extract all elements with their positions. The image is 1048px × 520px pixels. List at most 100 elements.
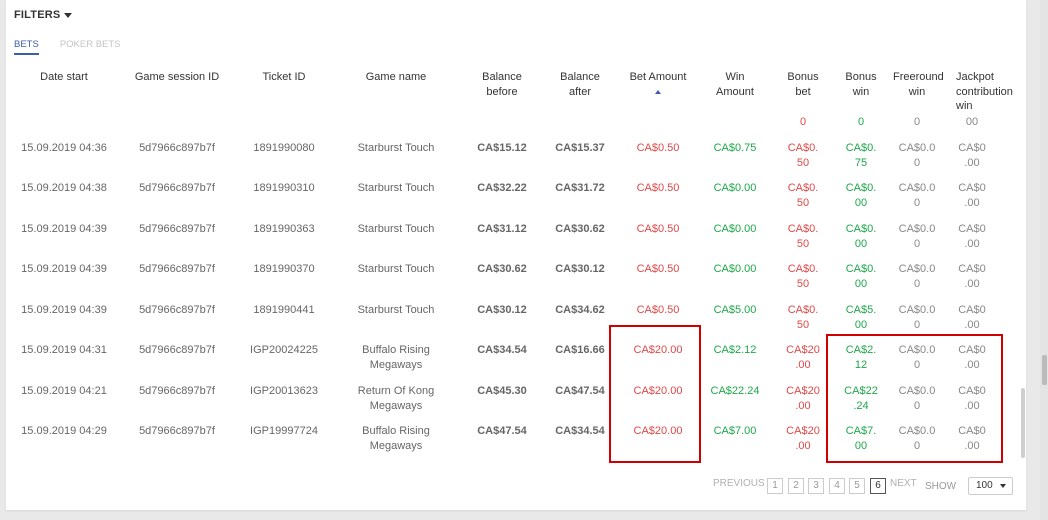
page-size-select[interactable]: 100 — [968, 477, 1013, 495]
cell-line: Megaways — [369, 440, 423, 452]
cell-game: Starburst Touch — [357, 142, 435, 154]
column-header-game[interactable]: Game name — [346, 70, 446, 85]
column-header-bonus-bet[interactable]: Bonus bet — [779, 70, 827, 99]
cell-win: CA$0.75 — [713, 142, 757, 154]
cell-line: 0 — [913, 319, 921, 331]
tab-bets[interactable]: BETS — [14, 39, 39, 55]
header-text: Balance — [560, 71, 600, 83]
column-header-bal-after[interactable]: Balance after — [545, 70, 615, 99]
cell-date: 15.09.2019 04:38 — [21, 182, 107, 194]
cell-line: Return Of Kong — [357, 385, 435, 397]
cell-ticket: 1891990080 — [253, 142, 315, 154]
column-header-date[interactable]: Date start — [14, 70, 114, 85]
cell-line: Buffalo Rising — [362, 425, 430, 437]
page-6[interactable]: 6 — [870, 478, 886, 494]
sort-asc-icon — [655, 89, 661, 94]
cell-session: 5d7966c897b7f — [139, 263, 215, 275]
cell-line: 50 — [796, 197, 810, 209]
page-4[interactable]: 4 — [829, 478, 845, 494]
cell-bal-after: CA$34.62 — [555, 304, 605, 316]
cell-date: 15.09.2019 04:31 — [21, 344, 107, 356]
header-text: Bonus — [845, 71, 877, 83]
cell-line: 50 — [796, 319, 810, 331]
cell-bonus-bet: CA$0. 50 — [779, 303, 827, 333]
partial-cell-bonus-bet: 0 — [799, 116, 807, 128]
header-text: Win — [725, 71, 745, 83]
cell-bonus-win: CA$0. 75 — [837, 141, 885, 171]
page-scrollbar[interactable] — [1040, 0, 1048, 520]
cell-ticket: IGP19997724 — [250, 425, 318, 437]
cell-line: Buffalo Rising — [362, 344, 430, 356]
filters-toggle[interactable]: FILTERS — [14, 9, 73, 21]
table-scrollbar[interactable] — [1021, 388, 1025, 458]
pagination-next[interactable]: NEXT — [890, 478, 917, 489]
cell-freeround: CA$0.0 0 — [893, 181, 941, 211]
cell-bonus-bet: CA$20 .00 — [779, 384, 827, 414]
cell-ticket: 1891990363 — [253, 223, 315, 235]
tab-poker-bets[interactable]: POKER BETS — [60, 39, 121, 55]
cell-line: 00 — [854, 238, 868, 250]
cell-line: CA$0.0 — [898, 182, 936, 194]
caret-down-icon — [1000, 484, 1006, 488]
cell-bal-after: CA$16.66 — [555, 344, 605, 356]
cell-jackpot: CA$0 .00 — [948, 303, 996, 333]
cell-game: Buffalo Rising Megaways — [346, 424, 446, 454]
page-5[interactable]: 5 — [849, 478, 865, 494]
partial-cell-freeround: 0 — [913, 116, 921, 128]
cell-line: .00 — [964, 197, 980, 209]
cell-line: 00 — [854, 197, 868, 209]
cell-game: Starburst Touch — [357, 263, 435, 275]
cell-date: 15.09.2019 04:36 — [21, 142, 107, 154]
header-text: before — [486, 85, 518, 98]
cell-win: CA$0.00 — [713, 223, 757, 235]
partial-cell-jackpot: 00 — [965, 116, 979, 128]
header-text: Game session ID — [134, 71, 220, 83]
cell-line: CA$0 — [958, 223, 986, 235]
cell-line: 0 — [913, 238, 921, 250]
cell-bal-before: CA$47.54 — [477, 425, 527, 437]
partial-cell-bonus-win: 0 — [857, 116, 865, 128]
cell-line: 0 — [913, 197, 921, 209]
column-header-bonus-win[interactable]: Bonus win — [837, 70, 885, 99]
cell-line: CA$0.0 — [898, 263, 936, 275]
cell-bonus-win: CA$0. 00 — [837, 222, 885, 252]
cell-freeround: CA$0.0 0 — [893, 222, 941, 252]
header-text: Amount — [716, 85, 754, 98]
cell-bal-after: CA$31.72 — [555, 182, 605, 194]
page-2[interactable]: 2 — [788, 478, 804, 494]
cell-game: Starburst Touch — [357, 304, 435, 316]
cell-line: 00 — [854, 319, 868, 331]
cell-jackpot: CA$0 .00 — [948, 222, 996, 252]
cell-bonus-win: CA$0. 00 — [837, 181, 885, 211]
header-text: win — [852, 85, 870, 98]
cell-line: CA$0.0 — [898, 223, 936, 235]
cell-game: Starburst Touch — [357, 182, 435, 194]
filters-label: FILTERS — [14, 9, 61, 21]
cell-jackpot: CA$0 .00 — [948, 181, 996, 211]
column-header-ticket[interactable]: Ticket ID — [239, 70, 329, 85]
cell-session: 5d7966c897b7f — [139, 142, 215, 154]
column-header-bet[interactable]: Bet Amount — [618, 70, 698, 94]
cell-bal-before: CA$30.12 — [477, 304, 527, 316]
column-header-session[interactable]: Game session ID — [127, 70, 227, 85]
column-header-bal-before[interactable]: Balance before — [467, 70, 537, 99]
cell-bonus-bet: CA$0. 50 — [779, 181, 827, 211]
page-1[interactable]: 1 — [767, 478, 783, 494]
cell-bonus-win: CA$0. 00 — [837, 262, 885, 292]
cell-line: 0 — [913, 157, 921, 169]
cell-line: 50 — [796, 278, 810, 290]
page-scrollbar-thumb[interactable] — [1042, 355, 1047, 385]
column-header-jackpot[interactable]: Jackpot contribution win — [956, 70, 1022, 114]
pagination-previous[interactable]: PREVIOUS — [713, 478, 765, 489]
cell-bet: CA$0.50 — [636, 304, 680, 316]
page-3[interactable]: 3 — [808, 478, 824, 494]
column-header-freeround[interactable]: Freeround win — [893, 70, 944, 99]
cell-bet: CA$0.50 — [636, 182, 680, 194]
column-header-win[interactable]: Win Amount — [700, 70, 770, 99]
page-size-value: 100 — [976, 480, 993, 491]
cell-line: CA$0. — [845, 223, 877, 235]
cell-bal-before: CA$45.30 — [477, 385, 527, 397]
header-text: contribution — [956, 85, 1013, 98]
cell-ticket: IGP20024225 — [250, 344, 318, 356]
cell-bal-before: CA$32.22 — [477, 182, 527, 194]
